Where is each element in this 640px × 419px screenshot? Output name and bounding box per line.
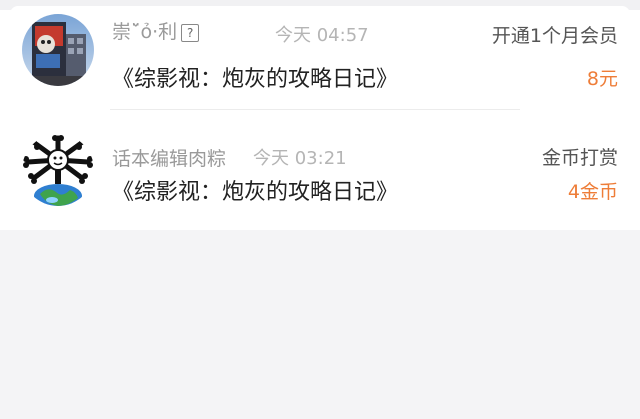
- timestamp: 今天 04:57: [275, 25, 369, 46]
- gift-amount: 4金币: [567, 181, 618, 203]
- gift-records-page: 崇ˇ̈ỏ·利? 今天 04:57 《综影视：炮灰的攻略日记》 开通1个月会员 8…: [0, 0, 640, 419]
- gift-record-list: 崇ˇ̈ỏ·利? 今天 04:57 《综影视：炮灰的攻略日记》 开通1个月会员 8…: [0, 0, 640, 230]
- gift-record-row[interactable]: 崇ˇ̈ỏ·利? 今天 04:57 《综影视：炮灰的攻略日记》 开通1个月会员 8…: [0, 8, 640, 110]
- gift-amount: 8元: [586, 68, 618, 90]
- avatar[interactable]: [22, 134, 94, 206]
- book-title[interactable]: 《综影视：炮灰的攻略日记》: [112, 174, 398, 206]
- book-title[interactable]: 《综影视：炮灰的攻略日记》: [112, 61, 398, 93]
- timestamp: 今天 03:21: [253, 148, 347, 169]
- avatar[interactable]: [22, 14, 94, 86]
- username[interactable]: 话本编辑肉粽: [112, 144, 226, 171]
- gift-record-row[interactable]: 话本编辑肉粽 今天 03:21 《综影视：炮灰的攻略日记》 金币打赏 4金币: [0, 118, 640, 228]
- help-icon[interactable]: ?: [181, 24, 200, 42]
- avatar-photo-icon: [22, 14, 94, 86]
- gift-type: 开通1个月会员: [491, 25, 618, 47]
- gift-type: 金币打赏: [541, 147, 618, 169]
- username-text: 崇ˇ̈ỏ·利: [112, 21, 178, 43]
- row-divider: [110, 109, 520, 110]
- avatar-cartoon-icon: [22, 134, 94, 206]
- username[interactable]: 崇ˇ̈ỏ·利?: [112, 17, 200, 44]
